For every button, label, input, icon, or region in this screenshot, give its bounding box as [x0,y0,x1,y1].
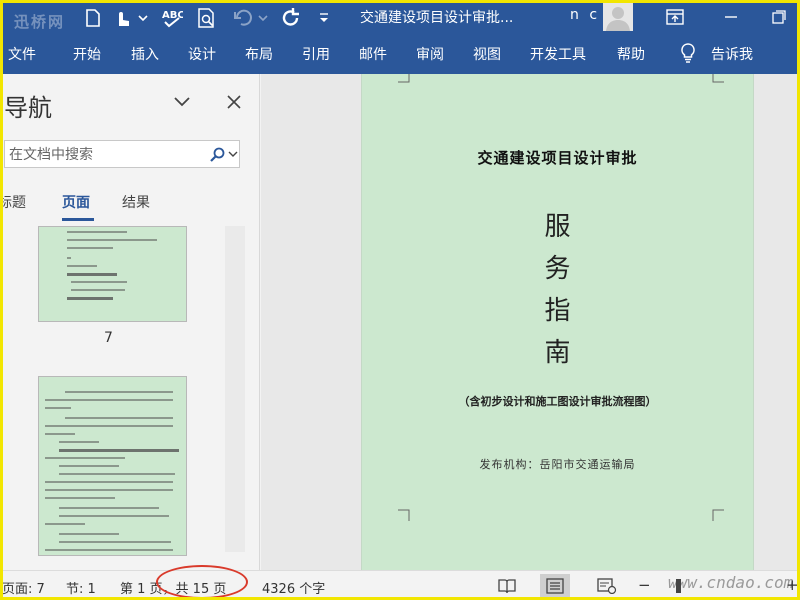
doc-heading-char: 服 [544,212,571,242]
search-box[interactable] [4,140,240,168]
zoom-out-button[interactable]: − [638,576,651,594]
read-mode-icon[interactable] [492,574,522,598]
tab-help[interactable]: 帮助 [617,44,645,64]
status-bar: 页面: 7 节: 1 第 1 页，共 15 页 4326 个字 − www.cn… [0,570,800,600]
doc-publisher: 发布机构：岳阳市交通运输局 [479,458,636,471]
web-layout-icon[interactable] [592,574,622,598]
watermark-logo: 迅桥网 [14,13,66,31]
status-section[interactable]: 节: 1 [66,578,96,597]
zoom-slider-thumb[interactable] [676,579,681,593]
tab-results[interactable]: 结果 [122,192,150,212]
status-word-count[interactable]: 4326 个字 [262,578,325,597]
tab-layout[interactable]: 布局 [245,44,273,64]
doc-subtitle: （含初步设计和施工图设计审批流程图） [458,395,657,408]
crop-mark [712,509,724,521]
restore-icon[interactable] [766,5,792,29]
undo-icon[interactable] [232,5,270,31]
ribbon-tabs: 文件 开始 插入 设计 布局 引用 邮件 审阅 视图 开发工具 帮助 告诉我 [0,32,800,74]
ribbon-display-icon[interactable] [662,5,688,29]
navigation-pane: 导航 标题 页面 结果 7 [0,74,260,570]
crop-mark [398,509,410,521]
document-title: 交通建设项目设计审批... [360,10,514,26]
tab-pages[interactable]: 页面 [62,192,90,212]
tab-tell-me[interactable]: 告诉我 [711,44,753,64]
page-thumbnail[interactable] [38,226,187,322]
chevron-down-icon[interactable] [170,90,194,114]
tab-view[interactable]: 视图 [473,44,501,64]
doc-heading-char: 务 [544,254,571,284]
print-layout-icon[interactable] [540,574,570,598]
file-icon[interactable] [84,5,102,31]
page-thumbnails: 7 [0,226,246,556]
tab-design[interactable]: 设计 [188,44,216,64]
tab-review[interactable]: 审阅 [416,44,444,64]
title-bar: 迅桥网 ABC 交通建设项目设计审批... n c [0,0,800,32]
touch-mode-icon[interactable] [112,5,150,31]
lightbulb-icon [680,43,696,67]
minimize-icon[interactable] [718,5,744,29]
print-preview-icon[interactable] [196,5,218,31]
page-thumbnail[interactable] [38,376,187,556]
document-page[interactable]: 交通建设项目设计审批 服 务 指 南 （含初步设计和施工图设计审批流程图） 发布… [361,74,754,570]
customize-icon[interactable] [316,5,332,31]
thumbnail-page-number: 7 [104,330,113,346]
status-page[interactable]: 页面: 7 [2,578,45,597]
crop-mark [712,74,724,83]
tab-headings[interactable]: 标题 [0,192,26,212]
thumbnail-scrollbar[interactable] [225,226,245,552]
search-icon[interactable] [209,145,239,165]
doc-heading-char: 指 [544,296,571,326]
tab-file[interactable]: 文件 [8,44,36,64]
search-input[interactable] [9,145,199,165]
avatar[interactable] [603,3,633,31]
nav-title: 导航 [4,94,52,122]
highlight-circle [156,565,248,599]
tab-home[interactable]: 开始 [73,44,101,64]
svg-text:ABC: ABC [162,10,183,21]
tab-insert[interactable]: 插入 [131,44,159,64]
tab-mailings[interactable]: 邮件 [359,44,387,64]
redo-icon[interactable] [280,5,302,31]
doc-main-title: 交通建设项目设计审批 [477,149,638,167]
zoom-in-button[interactable]: + [786,576,799,594]
close-icon[interactable] [222,90,246,114]
active-tab-indicator [62,218,94,221]
watermark-text: www.cndao.com [668,573,794,592]
spelling-icon[interactable]: ABC [160,5,184,31]
user-name[interactable]: n c [570,7,600,23]
tab-references[interactable]: 引用 [302,44,330,64]
crop-mark [398,74,410,83]
doc-heading-char: 南 [544,338,571,368]
tab-developer[interactable]: 开发工具 [530,44,586,64]
document-area: 交通建设项目设计审批 服 务 指 南 （含初步设计和施工图设计审批流程图） 发布… [261,74,800,570]
